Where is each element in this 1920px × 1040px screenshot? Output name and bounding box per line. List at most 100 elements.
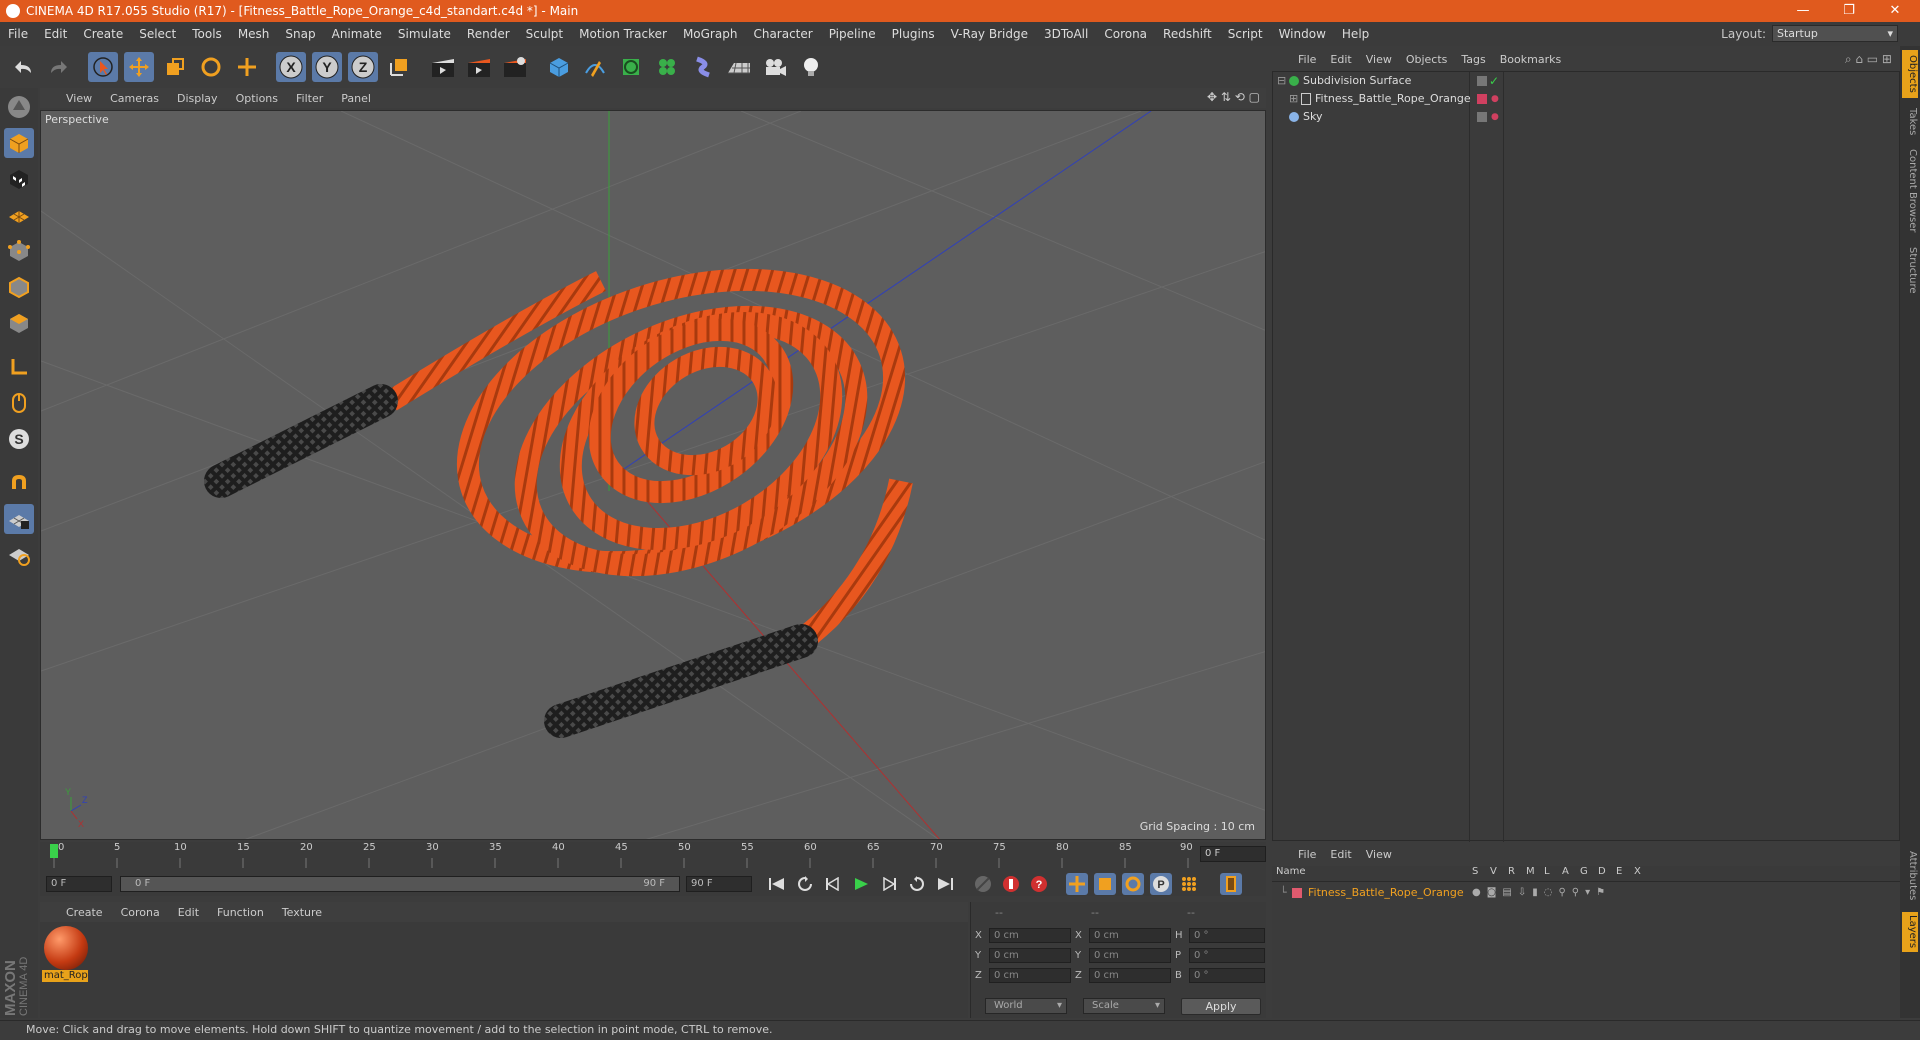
current-frame-field[interactable]: 0 F (1200, 846, 1266, 862)
play-forward-icon[interactable] (850, 873, 872, 895)
layer-name[interactable]: Fitness_Battle_Rope_Orange (1308, 884, 1464, 902)
locked-workplane-icon[interactable] (4, 504, 34, 534)
viewport-menu-display[interactable]: Display (177, 92, 230, 105)
previous-frame-icon[interactable] (822, 873, 844, 895)
layer-color-icon[interactable] (1477, 76, 1487, 86)
rot-p-field[interactable]: 0 ° (1189, 948, 1265, 963)
key-scale-icon[interactable] (1094, 873, 1116, 895)
tab-attributes[interactable]: Attributes (1902, 846, 1918, 906)
menu-simulate[interactable]: Simulate (390, 27, 459, 41)
live-selection-icon[interactable] (88, 52, 118, 82)
minimize-icon[interactable]: — (1780, 0, 1826, 22)
tab-content-browser[interactable]: Content Browser (1902, 146, 1918, 236)
menu-corona[interactable]: Corona (1096, 27, 1155, 41)
pos-y-field[interactable]: 0 cm (989, 948, 1071, 963)
end-frame-field[interactable]: 90 F (686, 876, 752, 892)
coordinate-mode-select[interactable]: World (985, 998, 1067, 1014)
menu-motion-tracker[interactable]: Motion Tracker (571, 27, 675, 41)
menu-redshift[interactable]: Redshift (1155, 27, 1220, 41)
layer-toggle-icons[interactable]: ●◙▤⇩▮◌⚲⚲▾⚑ (1472, 884, 1611, 902)
material-menu-texture[interactable]: Texture (282, 906, 322, 919)
tab-takes[interactable]: Takes (1902, 104, 1918, 140)
menu-pipeline[interactable]: Pipeline (821, 27, 884, 41)
record-active-keys-icon[interactable] (1000, 873, 1022, 895)
viewport-menu-cameras[interactable]: Cameras (110, 92, 171, 105)
go-to-start-icon[interactable] (766, 873, 788, 895)
undo-icon[interactable] (8, 52, 38, 82)
menu-mesh[interactable]: Mesh (230, 27, 278, 41)
render-region-icon[interactable] (464, 52, 494, 82)
menu-vray-bridge[interactable]: V-Ray Bridge (943, 27, 1036, 41)
menu-help[interactable]: Help (1334, 27, 1377, 41)
tab-objects[interactable]: Objects (1902, 50, 1918, 98)
expand-toggle-icon[interactable]: ⊟ (1277, 72, 1286, 90)
y-axis-lock-icon[interactable]: Y (312, 52, 342, 82)
menu-tools[interactable]: Tools (184, 27, 230, 41)
layer-color-icon[interactable] (1477, 112, 1487, 122)
perspective-viewport[interactable]: Y Z X Perspective Grid Spacing : 10 cm (40, 110, 1266, 840)
pos-x-field[interactable]: 0 cm (989, 928, 1071, 943)
menu-plugins[interactable]: Plugins (884, 27, 943, 41)
coordinate-system-icon[interactable] (384, 52, 414, 82)
layout-select[interactable]: Startup (1772, 25, 1898, 42)
close-icon[interactable]: ✕ (1872, 0, 1918, 22)
key-parameter-icon[interactable]: P (1150, 873, 1172, 895)
objects-menu-objects[interactable]: Objects (1406, 53, 1448, 66)
rot-b-field[interactable]: 0 ° (1189, 968, 1265, 983)
object-row-sky[interactable]: Sky ● (1273, 108, 1899, 126)
timeline-window-icon[interactable] (1220, 873, 1242, 895)
next-frame-icon[interactable] (878, 873, 900, 895)
z-axis-lock-icon[interactable]: Z (348, 52, 378, 82)
objects-menu-edit[interactable]: Edit (1330, 53, 1351, 66)
subdivision-surface-icon[interactable] (616, 52, 646, 82)
layers-menu-file[interactable]: File (1298, 848, 1316, 861)
spline-pen-icon[interactable] (580, 52, 610, 82)
menu-sculpt[interactable]: Sculpt (518, 27, 571, 41)
material-menu-function[interactable]: Function (217, 906, 264, 919)
scale-tool-icon[interactable] (160, 52, 190, 82)
objects-menu-bookmarks[interactable]: Bookmarks (1500, 53, 1561, 66)
menu-script[interactable]: Script (1220, 27, 1271, 41)
material-menu-create[interactable]: Create (66, 906, 103, 919)
object-manager-search-icon[interactable]: ⌕ ⌂ ▭ ⊞ (1845, 52, 1892, 67)
material-menu-corona[interactable]: Corona (121, 906, 160, 919)
viewport-navigation-icons[interactable]: ✥ ⇅ ⟲ ▢ (1207, 90, 1260, 104)
menu-render[interactable]: Render (459, 27, 518, 41)
autokey-icon[interactable]: ? (1028, 873, 1050, 895)
material-name[interactable]: mat_Rop (42, 970, 88, 982)
record-disabled-icon[interactable] (972, 873, 994, 895)
snap-icon[interactable]: S (4, 424, 34, 454)
light-icon[interactable] (796, 52, 826, 82)
expand-toggle-icon[interactable]: ⊞ (1289, 90, 1298, 108)
transform-tool-icon[interactable] (232, 52, 262, 82)
polygons-mode-icon[interactable] (4, 308, 34, 338)
playhead[interactable] (50, 844, 58, 858)
render-view-icon[interactable] (428, 52, 458, 82)
layers-menu-edit[interactable]: Edit (1330, 848, 1351, 861)
workplane-mode-icon[interactable] (4, 200, 34, 230)
next-key-icon[interactable] (906, 873, 928, 895)
rotate-tool-icon[interactable] (196, 52, 226, 82)
viewport-menu-filter[interactable]: Filter (296, 92, 335, 105)
redo-icon[interactable] (44, 52, 74, 82)
key-position-icon[interactable] (1066, 873, 1088, 895)
key-point-level-icon[interactable] (1178, 873, 1200, 895)
key-rotation-icon[interactable] (1122, 873, 1144, 895)
viewport-menu-options[interactable]: Options (236, 92, 290, 105)
objects-menu-view[interactable]: View (1366, 53, 1392, 66)
pos-z-field[interactable]: 0 cm (989, 968, 1071, 983)
cloner-icon[interactable] (652, 52, 682, 82)
size-x-field[interactable]: 0 cm (1089, 928, 1171, 943)
planar-workplane-icon[interactable] (4, 540, 34, 570)
make-editable-icon[interactable] (4, 92, 34, 122)
viewport-menu-panel[interactable]: Panel (341, 92, 383, 105)
move-tool-icon[interactable] (124, 52, 154, 82)
restore-icon[interactable]: ❐ (1826, 0, 1872, 22)
layer-color-swatch[interactable] (1292, 888, 1302, 898)
render-settings-icon[interactable] (500, 52, 530, 82)
camera-icon[interactable] (760, 52, 790, 82)
texture-mode-icon[interactable] (4, 164, 34, 194)
axis-mode-icon[interactable] (4, 352, 34, 382)
tweak-mode-icon[interactable] (4, 388, 34, 418)
enabled-check-icon[interactable]: ✓ (1489, 72, 1499, 90)
